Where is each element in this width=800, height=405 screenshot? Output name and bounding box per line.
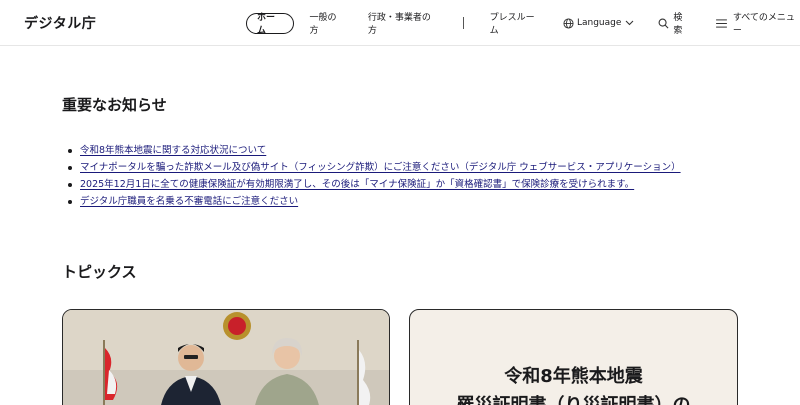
globe-icon: [563, 17, 574, 29]
notice-link-insurance[interactable]: 2025年12月1日に全ての健康保険証が有効期限満了し、その後は「マイナ保険証」…: [80, 179, 634, 190]
nav-press-room[interactable]: プレスルーム: [490, 10, 541, 36]
topics-heading: トピックス: [62, 263, 137, 281]
notice-link-phishing[interactable]: マイナポータルを騙った詐欺メール及び偽サイト（フィッシング詐欺）にご注意ください…: [80, 162, 681, 173]
all-menu-label: すべてのメニュー: [732, 13, 795, 36]
nav-home-button[interactable]: ホーム: [246, 12, 294, 36]
language-button[interactable]: Language: [563, 17, 634, 29]
language-label: Language: [576, 18, 622, 28]
nav-divider: [462, 17, 464, 29]
meeting-photo: [63, 310, 389, 405]
all-menu-button[interactable]: すべてのメニュー: [716, 10, 800, 36]
notice-link-phone-scam[interactable]: デジタル庁職員を名乗る不審電話にご注意ください: [80, 196, 298, 207]
nav-business[interactable]: 行政・事業者の方: [368, 10, 437, 36]
notice-list: 令和8年熊本地震に関する対応状況について マイナポータルを騙った詐欺メール及び偽…: [68, 144, 681, 212]
notice-item: デジタル庁職員を名乗る不審電話にご注意ください: [68, 195, 681, 212]
search-label: 検索: [673, 13, 683, 36]
hamburger-menu-icon: [716, 18, 727, 28]
site-logo[interactable]: デジタル庁: [24, 13, 96, 33]
notice-item: マイナポータルを騙った詐欺メール及び偽サイト（フィッシング詐欺）にご注意ください…: [68, 161, 681, 178]
chevron-down-icon: [625, 20, 634, 26]
headline-line-2: 罹災証明書（り災証明書）の: [410, 391, 737, 405]
site-header: デジタル庁 ホーム 一般の方 行政・事業者の方 プレスルーム Language: [0, 0, 800, 46]
search-button[interactable]: 検索: [658, 10, 690, 36]
notices-heading: 重要なお知らせ: [62, 96, 167, 114]
global-nav: ホーム 一般の方 行政・事業者の方 プレスルーム Language 検索 すべて…: [246, 10, 800, 36]
notice-item: 令和8年熊本地震に関する対応状況について: [68, 144, 681, 161]
search-icon: [658, 18, 669, 29]
notice-item: 2025年12月1日に全ての健康保険証が有効期限満了し、その後は「マイナ保険証」…: [68, 178, 681, 195]
notice-link-kumamoto[interactable]: 令和8年熊本地震に関する対応状況について: [80, 145, 266, 156]
topic-card-kumamoto[interactable]: 令和8年熊本地震 罹災証明書（り災証明書）の: [409, 309, 738, 405]
nav-general[interactable]: 一般の方: [310, 10, 344, 36]
topic-card-photo[interactable]: [62, 309, 390, 405]
topic-card-headline: 令和8年熊本地震 罹災証明書（り災証明書）の: [410, 362, 737, 405]
headline-line-1: 令和8年熊本地震: [504, 366, 643, 387]
